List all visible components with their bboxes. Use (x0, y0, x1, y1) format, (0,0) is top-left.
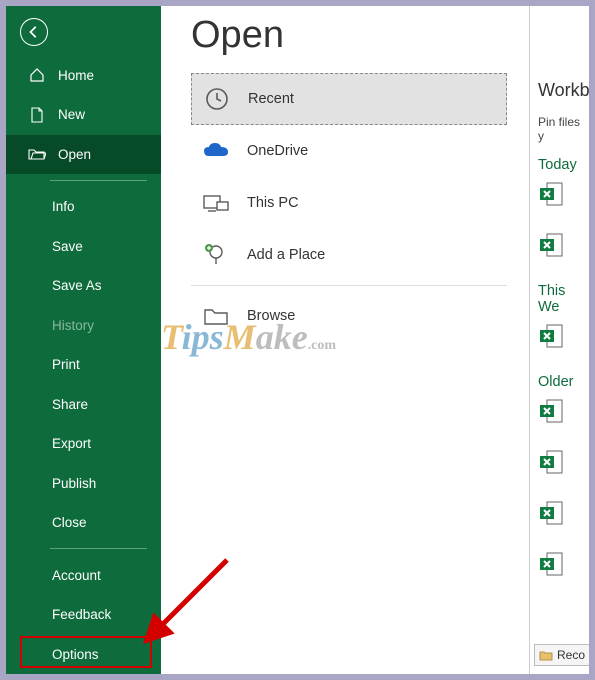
arrow-left-icon (27, 25, 41, 39)
group-thisweek: This We (538, 283, 589, 315)
cloud-icon (203, 138, 229, 164)
back-button[interactable] (20, 18, 48, 46)
nav-account[interactable]: Account (6, 555, 161, 594)
nav-close[interactable]: Close (6, 503, 161, 542)
nav-label: Home (58, 68, 94, 83)
nav-label: Save As (52, 278, 102, 293)
excel-file-icon (538, 398, 564, 424)
recover-button[interactable]: Reco (534, 644, 589, 666)
location-recent[interactable]: Recent (191, 73, 507, 125)
nav-history: History (6, 306, 161, 345)
file-item[interactable] (538, 500, 589, 529)
document-icon (28, 107, 46, 123)
nav-saveas[interactable]: Save As (6, 266, 161, 305)
nav-label: New (58, 107, 85, 122)
location-thispc[interactable]: This PC (191, 177, 507, 229)
nav-home[interactable]: Home (6, 56, 161, 95)
main-panel: Open Recent OneDrive This PC Add a Place (161, 6, 529, 674)
nav-info[interactable]: Info (6, 187, 161, 226)
nav-label: Save (52, 239, 83, 254)
folder-icon (203, 303, 229, 329)
nav-save[interactable]: Save (6, 227, 161, 266)
group-older: Older (538, 374, 589, 390)
locations-divider (191, 285, 507, 286)
add-place-icon (203, 242, 229, 268)
recent-panel: Workb Pin files y Today This We Older Re… (529, 6, 589, 674)
nav-label: History (52, 318, 94, 333)
location-onedrive[interactable]: OneDrive (191, 125, 507, 177)
excel-file-icon (538, 500, 564, 526)
nav-label: Export (52, 436, 91, 451)
location-label: This PC (247, 195, 299, 211)
nav-export[interactable]: Export (6, 424, 161, 463)
file-item[interactable] (538, 323, 589, 352)
location-label: Add a Place (247, 247, 325, 263)
location-addplace[interactable]: Add a Place (191, 229, 507, 281)
nav-label: Account (52, 568, 101, 583)
nav-label: Share (52, 397, 88, 412)
file-item[interactable] (538, 181, 589, 210)
excel-file-icon (538, 181, 564, 207)
excel-file-icon (538, 232, 564, 258)
nav-print[interactable]: Print (6, 345, 161, 384)
nav-label: Feedback (52, 607, 111, 622)
recent-heading: Workb (538, 80, 589, 101)
nav-label: Open (58, 147, 91, 162)
excel-file-icon (538, 449, 564, 475)
excel-file-icon (538, 551, 564, 577)
page-title: Open (191, 14, 529, 57)
location-browse[interactable]: Browse (191, 290, 507, 342)
file-item[interactable] (538, 232, 589, 261)
file-item[interactable] (538, 398, 589, 427)
nav-share[interactable]: Share (6, 385, 161, 424)
nav-label: Options (52, 647, 99, 662)
location-label: Browse (247, 308, 295, 324)
excel-file-icon (538, 323, 564, 349)
nav-label: Print (52, 357, 80, 372)
nav-open[interactable]: Open (6, 135, 161, 174)
sidebar-divider (50, 180, 147, 181)
nav-new[interactable]: New (6, 95, 161, 134)
file-item[interactable] (538, 551, 589, 580)
nav-label: Info (52, 199, 75, 214)
pc-icon (203, 190, 229, 216)
sidebar-divider (50, 548, 147, 549)
folder-open-icon (28, 147, 46, 161)
nav-label: Close (52, 515, 87, 530)
location-label: Recent (248, 91, 294, 107)
nav-label: Publish (52, 476, 96, 491)
recover-label: Reco (557, 648, 585, 662)
folder-icon (539, 649, 553, 661)
group-today: Today (538, 157, 589, 173)
clock-icon (204, 86, 230, 112)
nav-feedback[interactable]: Feedback (6, 595, 161, 634)
backstage-sidebar: Home New Open Info Save Save As History … (6, 6, 161, 674)
pin-hint: Pin files y (538, 115, 589, 143)
locations-list: Recent OneDrive This PC Add a Place Brow… (191, 73, 507, 342)
file-item[interactable] (538, 449, 589, 478)
nav-options[interactable]: Options (6, 634, 161, 673)
location-label: OneDrive (247, 143, 308, 159)
home-icon (28, 67, 46, 83)
nav-publish[interactable]: Publish (6, 464, 161, 503)
